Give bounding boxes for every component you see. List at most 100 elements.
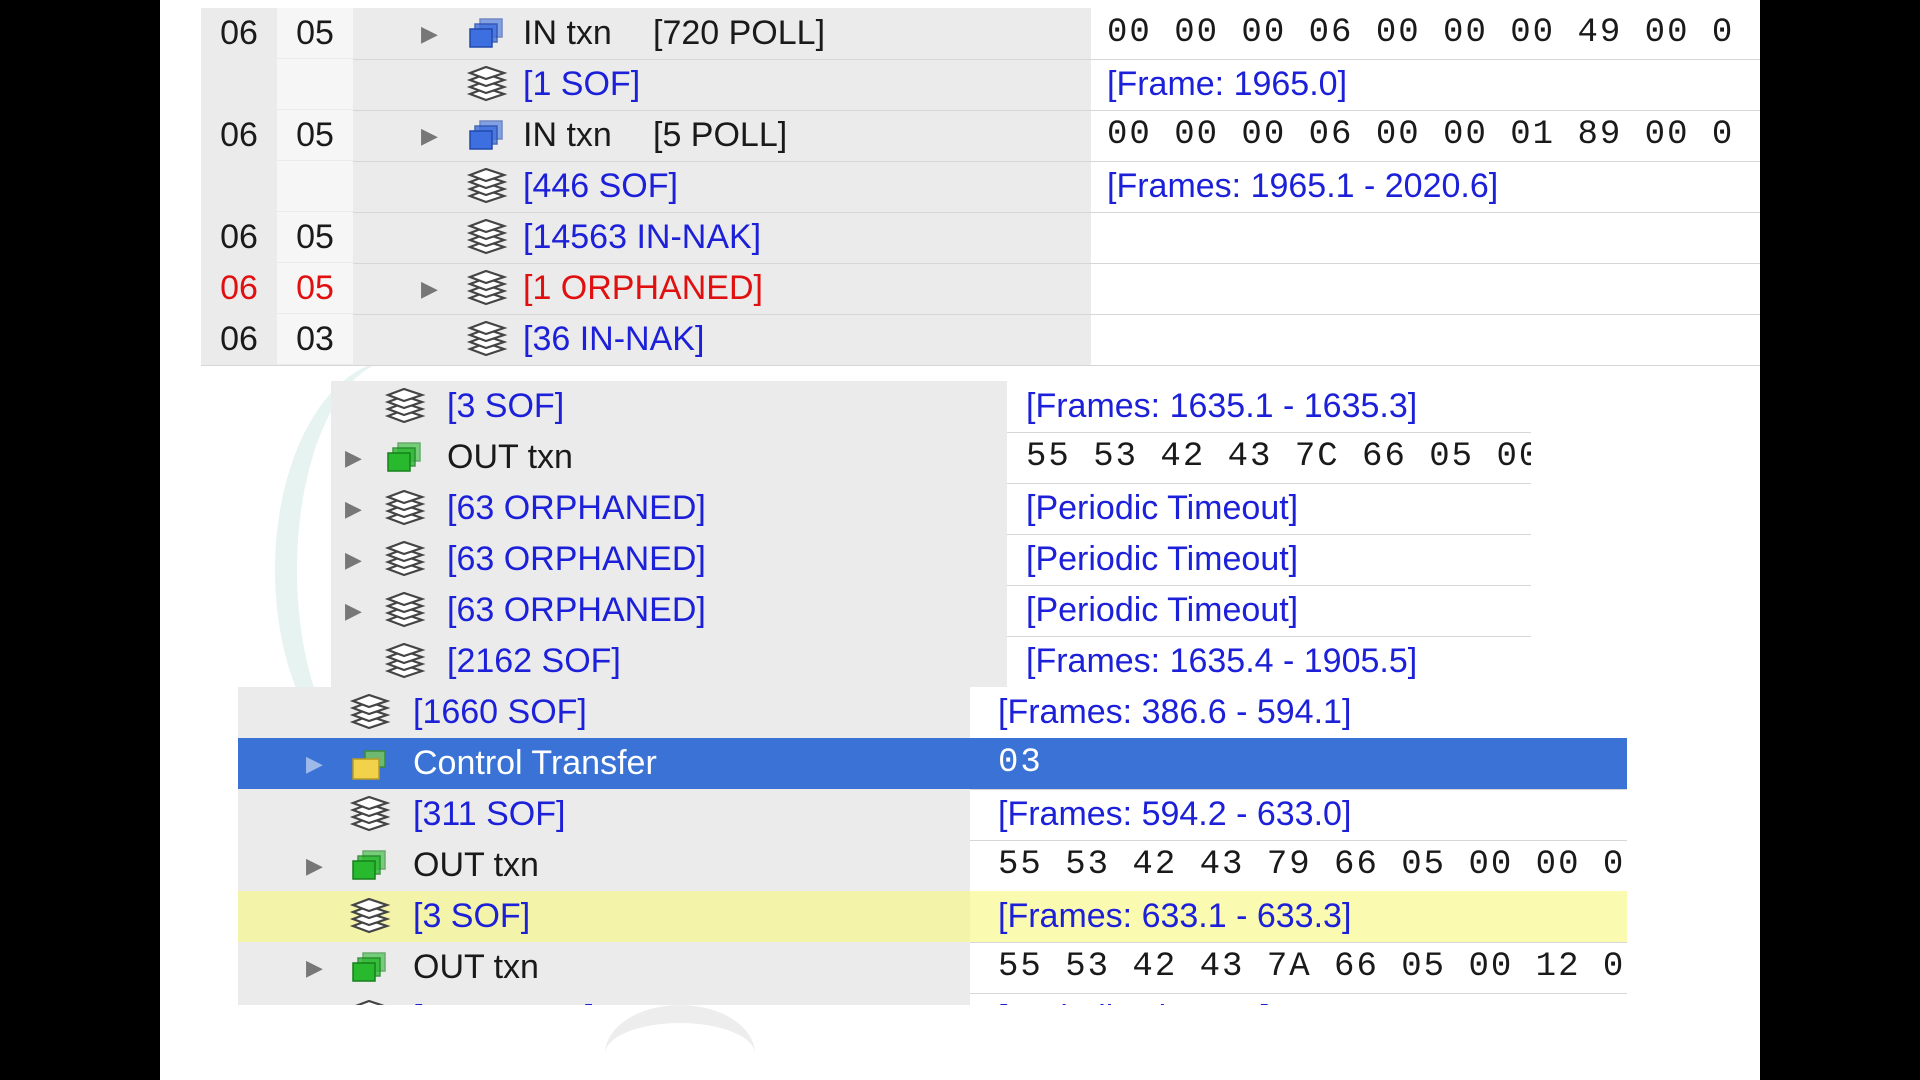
device-address-cell: 06 [201,110,277,160]
tree-row[interactable]: 06 05 [14563 IN-NAK] [201,212,1760,264]
disclosure-triangle-icon[interactable]: ▶ [345,585,362,635]
event-label: [3 SOF] [413,897,531,935]
tree-row[interactable]: [311 SOF] [Frames: 594.2 - 633.0] [238,789,1627,841]
frame-stack-icon [466,167,508,206]
data-cell: 03 [998,744,1043,782]
tree-row[interactable]: [1660 SOF] [Frames: 386.6 - 594.1] [238,687,1627,739]
event-label: [3 SOF] [447,387,565,425]
tree-row[interactable]: ▶ OUT txn 55 53 42 43 7C 66 05 00 [331,432,1531,484]
data-cell: [Frame: 1965.0] [1107,65,1348,103]
tree-column-cell [238,891,970,942]
event-label: OUT txn [413,846,539,884]
frame-stack-icon [384,489,426,528]
device-address-cell: 06 [201,212,277,262]
disclosure-triangle-icon[interactable]: ▶ [345,534,362,584]
tree-row[interactable]: ▶ [63 ORPHANED] [Periodic Timeout] [331,483,1531,535]
data-cell: [Frames: 386.6 - 594.1] [998,693,1352,731]
tree-column-cell [331,432,1007,483]
tree-column-cell [238,840,970,891]
frame-stack-icon [466,269,508,308]
disclosure-triangle-icon[interactable]: ▶ [306,840,323,890]
device-address-cell [201,161,277,211]
device-address-cell: 06 [201,8,277,58]
tree-row[interactable]: ▶ [63 ORPHANED] [Periodic Timeout] [331,585,1531,637]
event-label: [63 ORPHANED] [447,591,706,629]
frame-stack-icon [466,320,508,359]
data-cell: 55 53 42 43 7A 66 05 00 12 00 [998,948,1627,986]
data-cell: [Frames: 633.1 - 633.3] [998,897,1352,935]
disclosure-triangle-icon[interactable]: ▶ [306,738,323,788]
frame-stack-icon [384,540,426,579]
frame-stack-icon [466,218,508,257]
tree-row[interactable]: 06 05 ▶ IN txn [5 POLL] 00 00 00 06 00 00 01 … [201,110,1760,162]
tree-row[interactable]: [63 IN-NAK] [Periodic Timeout] [238,993,1627,1005]
event-label: OUT txn [413,948,539,986]
endpoint-cell: 05 [277,263,353,313]
frame-stack-icon [349,795,391,834]
frame-stack-icon [349,693,391,732]
disclosure-triangle-icon[interactable]: ▶ [421,8,438,58]
endpoint-cell: 05 [277,212,353,262]
transaction-stack-blue-icon [466,15,508,53]
frame-stack-icon [466,65,508,104]
tree-row[interactable]: ▶ OUT txn 55 53 42 43 79 66 05 00 00 00 [238,840,1627,892]
disclosure-triangle-icon[interactable]: ▶ [421,110,438,160]
frame-stack-icon [349,999,391,1005]
endpoint-cell: 05 [277,110,353,160]
transaction-stack-blue-icon [466,117,508,155]
recording-canvas: 06 05 ▶ IN txn [720 POLL] 00 00 00 06 00 00 0… [160,0,1760,1080]
event-label: [1660 SOF] [413,693,587,731]
tree-row[interactable]: 06 05 ▶ IN txn [720 POLL] 00 00 00 06 00 00 0… [201,8,1760,60]
disclosure-triangle-icon[interactable]: ▶ [345,432,362,482]
control-transfer-folder-icon [349,745,391,783]
tree-column-cell [238,789,970,840]
data-cell: [Periodic Timeout] [1026,489,1299,527]
tree-row[interactable]: [446 SOF] [Frames: 1965.1 - 2020.6] [201,161,1760,213]
event-label: [311 SOF] [413,795,566,833]
device-address-cell: 06 [201,314,277,364]
tree-row[interactable]: [3 SOF] [Frames: 1635.1 - 1635.3] [331,381,1531,433]
tree-row[interactable]: 06 03 [36 IN-NAK] [201,314,1760,366]
tree-row[interactable]: ▶ Control Transfer 03 [238,738,1627,790]
poll-count-label: [5 POLL] [653,116,788,154]
disclosure-triangle-icon[interactable]: ▶ [306,942,323,992]
device-address-cell: 06 [201,263,277,313]
transaction-stack-green-icon [349,949,391,987]
tree-row[interactable]: [2162 SOF] [Frames: 1635.4 - 1905.5] [331,636,1531,687]
data-cell: [Periodic Timeout] [998,993,1270,1005]
transaction-stack-green-icon [384,439,426,477]
tree-column-cell [331,636,1007,687]
event-label: Control Transfer [413,744,657,782]
capture-tree-panel-bottom: [1660 SOF] [Frames: 386.6 - 594.1] ▶ Contro… [238,687,1627,1005]
poll-count-label: [720 POLL] [653,14,826,52]
tree-column-cell [238,687,970,738]
disclosure-triangle-icon[interactable]: ▶ [421,263,438,313]
event-label: [63 ORPHANED] [447,540,706,578]
event-label: OUT txn [447,438,573,476]
event-label: [1 SOF] [523,65,641,103]
frame-stack-icon [384,642,426,681]
device-address-cell [201,59,277,109]
tree-column-cell [238,993,970,1005]
event-label: [36 IN-NAK] [523,320,705,358]
tree-row[interactable]: ▶ OUT txn 55 53 42 43 7A 66 05 00 12 00 [238,942,1627,994]
disclosure-triangle-icon[interactable]: ▶ [345,483,362,533]
frame-stack-icon [384,591,426,630]
tree-row[interactable]: [1 SOF] [Frame: 1965.0] [201,59,1760,111]
capture-tree-panel-middle: [3 SOF] [Frames: 1635.1 - 1635.3] ▶ OUT txn… [331,381,1531,689]
event-label: [446 SOF] [523,167,678,205]
endpoint-cell: 05 [277,8,353,58]
data-cell: 55 53 42 43 7C 66 05 00 [1026,438,1531,476]
data-cell: [Frames: 1635.1 - 1635.3] [1026,387,1418,425]
data-cell: [Frames: 1965.1 - 2020.6] [1107,167,1499,205]
data-cell: [Periodic Timeout] [1026,591,1299,629]
tree-row[interactable]: [3 SOF] [Frames: 633.1 - 633.3] [238,891,1627,943]
tree-row[interactable]: 06 05 ▶ [1 ORPHANED] [201,263,1760,315]
event-label: [63 IN-NAK] [413,993,594,1005]
event-label: [2162 SOF] [447,642,621,680]
tree-column-cell [238,942,970,993]
event-label: [14563 IN-NAK] [523,218,762,256]
tree-row[interactable]: ▶ [63 ORPHANED] [Periodic Timeout] [331,534,1531,586]
tree-column-cell [331,381,1007,432]
data-cell: [Frames: 1635.4 - 1905.5] [1026,642,1418,680]
